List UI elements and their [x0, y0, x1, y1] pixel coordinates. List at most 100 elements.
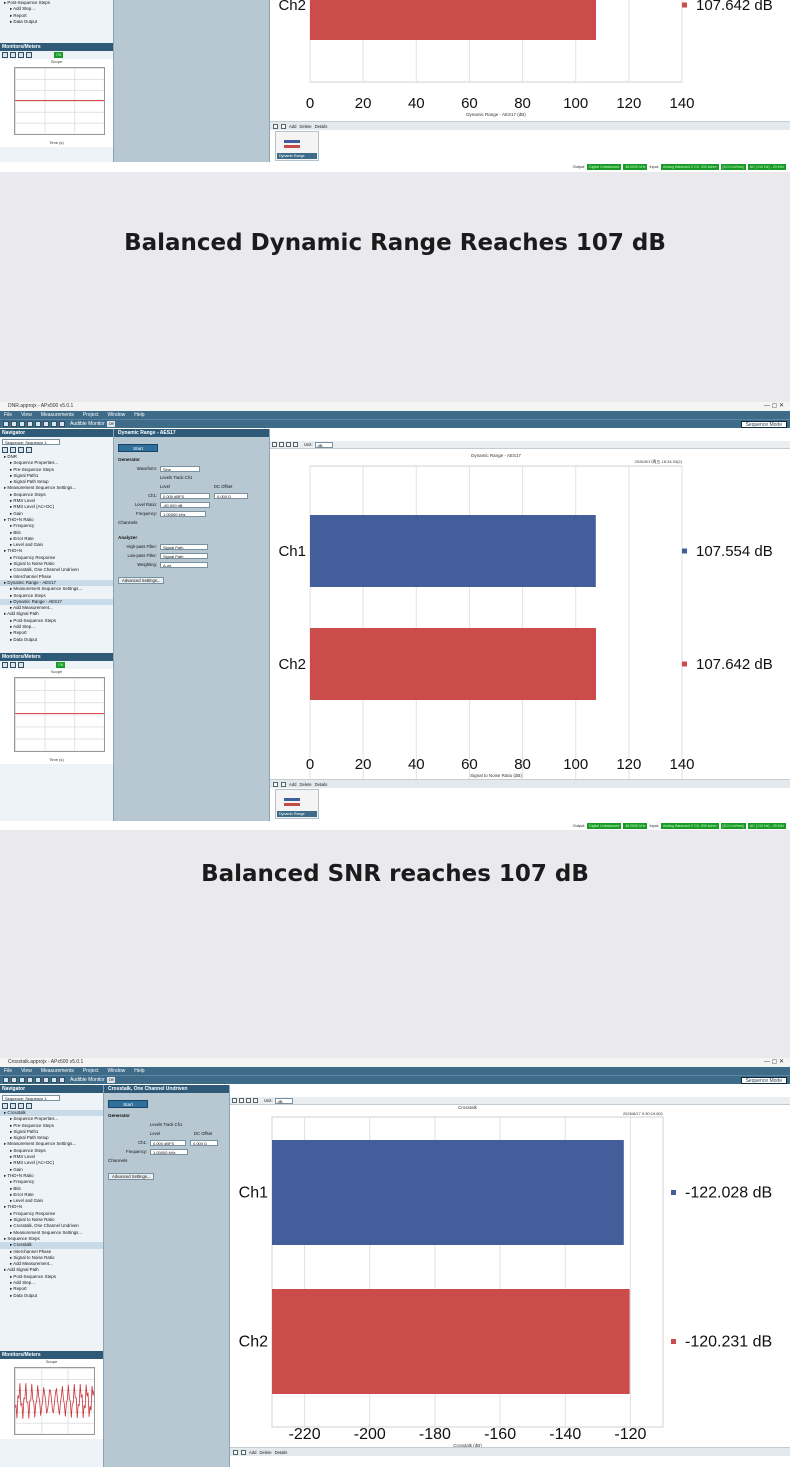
- output-rate[interactable]: 48.0000 kHz: [623, 163, 648, 170]
- meter-icon[interactable]: [10, 661, 16, 668]
- generator-section[interactable]: Generator: [104, 1111, 229, 1120]
- sequence-mode-button[interactable]: Sequence Mode: [740, 421, 787, 428]
- frequency-input[interactable]: 1.00000 kHz: [150, 1148, 188, 1155]
- waveform-select[interactable]: Sine: [160, 465, 200, 472]
- input-range[interactable]: [10.0 mVrms]: [720, 822, 746, 829]
- sequence-mode-button[interactable]: Sequence Mode: [740, 1077, 787, 1084]
- delete-button[interactable]: Delete: [299, 124, 311, 129]
- input-coupling[interactable]: AC (<10 Hz) - 20 kHz: [747, 822, 786, 829]
- output-value[interactable]: Digital Unbalanced: [587, 163, 622, 170]
- start-button[interactable]: Start: [118, 444, 158, 452]
- audible-monitor-state[interactable]: Off: [106, 1077, 116, 1083]
- nav-right-icon[interactable]: [281, 781, 286, 787]
- details-button[interactable]: Details: [315, 782, 328, 787]
- scope-icon[interactable]: [2, 52, 8, 59]
- result-thumbnail[interactable]: Dynamic Range: [275, 789, 319, 819]
- move-up-icon[interactable]: [18, 1103, 24, 1109]
- export-icon[interactable]: [59, 1077, 65, 1083]
- add-step-icon[interactable]: [2, 447, 8, 453]
- generator-section[interactable]: Generator: [114, 455, 269, 464]
- output-value[interactable]: Digital Unbalanced: [587, 822, 622, 829]
- input-value[interactable]: Analog Balanced 2 Ch, 200 kohm: [660, 163, 719, 170]
- add-button[interactable]: Add: [289, 124, 296, 129]
- window-controls[interactable]: — ▢ ✕: [764, 1058, 784, 1067]
- delete-button[interactable]: Delete: [299, 782, 311, 787]
- menu-measurements[interactable]: Measurements: [41, 1067, 74, 1075]
- add-button[interactable]: Add: [289, 782, 296, 787]
- lp-filter-select[interactable]: Signal Path: [160, 552, 208, 559]
- menu-help[interactable]: Help: [134, 411, 144, 419]
- delete-button[interactable]: Delete: [259, 1450, 271, 1455]
- levels-track-checkbox[interactable]: Levels Track Ch1: [150, 1122, 182, 1127]
- analyzer-section[interactable]: Analyzer: [114, 533, 269, 542]
- fft-icon[interactable]: [18, 661, 24, 668]
- menu-view[interactable]: View: [21, 1067, 32, 1075]
- redo-icon[interactable]: [35, 1077, 41, 1083]
- ch1-dc-input[interactable]: 0.000 D: [214, 492, 248, 499]
- advanced-settings-button[interactable]: Advanced Settings...: [118, 577, 165, 584]
- run-icon[interactable]: [43, 421, 49, 427]
- redo-icon[interactable]: [35, 421, 41, 427]
- nav-item[interactable]: ▸ Data Output: [0, 637, 113, 643]
- output-rate[interactable]: 48.0000 kHz: [623, 822, 648, 829]
- weighting-select[interactable]: A-wt.: [160, 561, 208, 568]
- nav-left-icon[interactable]: [233, 1449, 238, 1455]
- ch1-dc-input[interactable]: 0.000 D: [190, 1139, 218, 1146]
- new-icon[interactable]: [3, 1077, 9, 1083]
- hp-filter-select[interactable]: Signal Path: [160, 543, 208, 550]
- sequence-select[interactable]: Sequence: Sequence 1: [2, 438, 60, 445]
- open-icon[interactable]: [11, 1077, 17, 1083]
- scope-icon[interactable]: [2, 661, 8, 668]
- menu-project[interactable]: Project: [83, 411, 99, 419]
- menu-view[interactable]: View: [21, 411, 32, 419]
- menu-project[interactable]: Project: [83, 1067, 99, 1075]
- sequence-select[interactable]: Sequence: Sequence 1: [2, 1094, 60, 1101]
- nav-left-icon[interactable]: [273, 781, 278, 787]
- monitors-on-badge[interactable]: ON: [54, 52, 64, 59]
- menu-measurements[interactable]: Measurements: [41, 411, 74, 419]
- audible-monitor-state[interactable]: Off: [106, 421, 116, 427]
- nav-item[interactable]: ▸ Data Output: [0, 1293, 103, 1299]
- remove-step-icon[interactable]: [10, 447, 16, 453]
- details-button[interactable]: Details: [315, 124, 328, 129]
- move-down-icon[interactable]: [26, 447, 32, 453]
- levels-track-checkbox[interactable]: Levels Track Ch1: [160, 475, 192, 480]
- nav-left-icon[interactable]: [273, 123, 278, 129]
- export-icon[interactable]: [59, 421, 65, 427]
- input-value[interactable]: Analog Balanced 2 Ch, 200 kohm: [660, 822, 719, 829]
- window-controls[interactable]: — ▢ ✕: [764, 402, 784, 411]
- run-icon[interactable]: [43, 1077, 49, 1083]
- result-thumbnail[interactable]: Dynamic Range: [275, 131, 319, 161]
- level-ratio-input[interactable]: -60.000 dB: [160, 501, 210, 508]
- meter-icon[interactable]: [10, 52, 16, 59]
- nav-right-icon[interactable]: [241, 1449, 246, 1455]
- nav-right-icon[interactable]: [281, 123, 286, 129]
- ch1-level-input[interactable]: 0.000 dBFS: [150, 1139, 186, 1146]
- report-icon[interactable]: [51, 421, 57, 427]
- input-coupling[interactable]: AC (<10 Hz) - 20 kHz: [747, 163, 786, 170]
- move-down-icon[interactable]: [26, 1103, 32, 1109]
- undo-icon[interactable]: [27, 1077, 33, 1083]
- open-icon[interactable]: [11, 421, 17, 427]
- report-icon[interactable]: [51, 1077, 57, 1083]
- add-button[interactable]: Add: [249, 1450, 256, 1455]
- fft-icon[interactable]: [18, 52, 24, 59]
- save-icon[interactable]: [19, 1077, 25, 1083]
- menu-file[interactable]: File: [4, 1067, 12, 1075]
- menu-help[interactable]: Help: [134, 1067, 144, 1075]
- advanced-settings-button[interactable]: Advanced Settings...: [108, 1173, 155, 1180]
- frequency-input[interactable]: 1.00000 kHz: [160, 510, 206, 517]
- nav-item[interactable]: ▸ Data Output: [0, 19, 113, 25]
- menu-file[interactable]: File: [4, 411, 12, 419]
- menu-window[interactable]: Window: [107, 1067, 125, 1075]
- ch1-level-input[interactable]: 0.000 dBFS: [160, 492, 210, 499]
- remove-step-icon[interactable]: [10, 1103, 16, 1109]
- start-button[interactable]: Start: [108, 1100, 148, 1108]
- input-range[interactable]: [10.0 mVrms]: [720, 163, 746, 170]
- undo-icon[interactable]: [27, 421, 33, 427]
- menu-window[interactable]: Window: [107, 411, 125, 419]
- save-icon[interactable]: [19, 421, 25, 427]
- monitors-on-badge[interactable]: ON: [56, 661, 66, 668]
- settings-icon[interactable]: [26, 52, 32, 59]
- details-button[interactable]: Details: [275, 1450, 288, 1455]
